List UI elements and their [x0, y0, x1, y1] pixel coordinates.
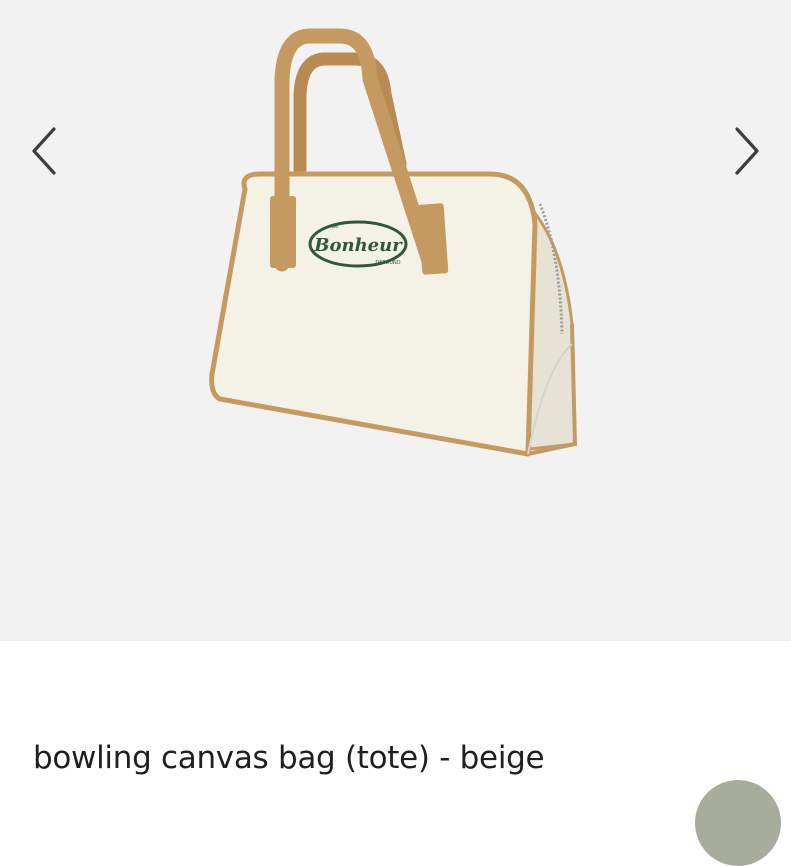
product-title: bowling canvas bag (tote) - beige: [33, 740, 545, 776]
svg-text:Bé: Bé: [332, 223, 339, 230]
floating-action-button[interactable]: [695, 780, 781, 866]
chevron-left-icon: [32, 127, 56, 175]
svg-text:DEPOUND: DEPOUND: [375, 260, 400, 266]
product-image-gallery: Bonheur Bé DEPOUND: [0, 0, 791, 641]
product-image: Bonheur Bé DEPOUND: [209, 28, 578, 457]
svg-text:Bonheur: Bonheur: [313, 235, 403, 256]
chevron-right-icon: [735, 127, 759, 175]
prev-image-button[interactable]: [24, 122, 64, 180]
next-image-button[interactable]: [727, 122, 767, 180]
